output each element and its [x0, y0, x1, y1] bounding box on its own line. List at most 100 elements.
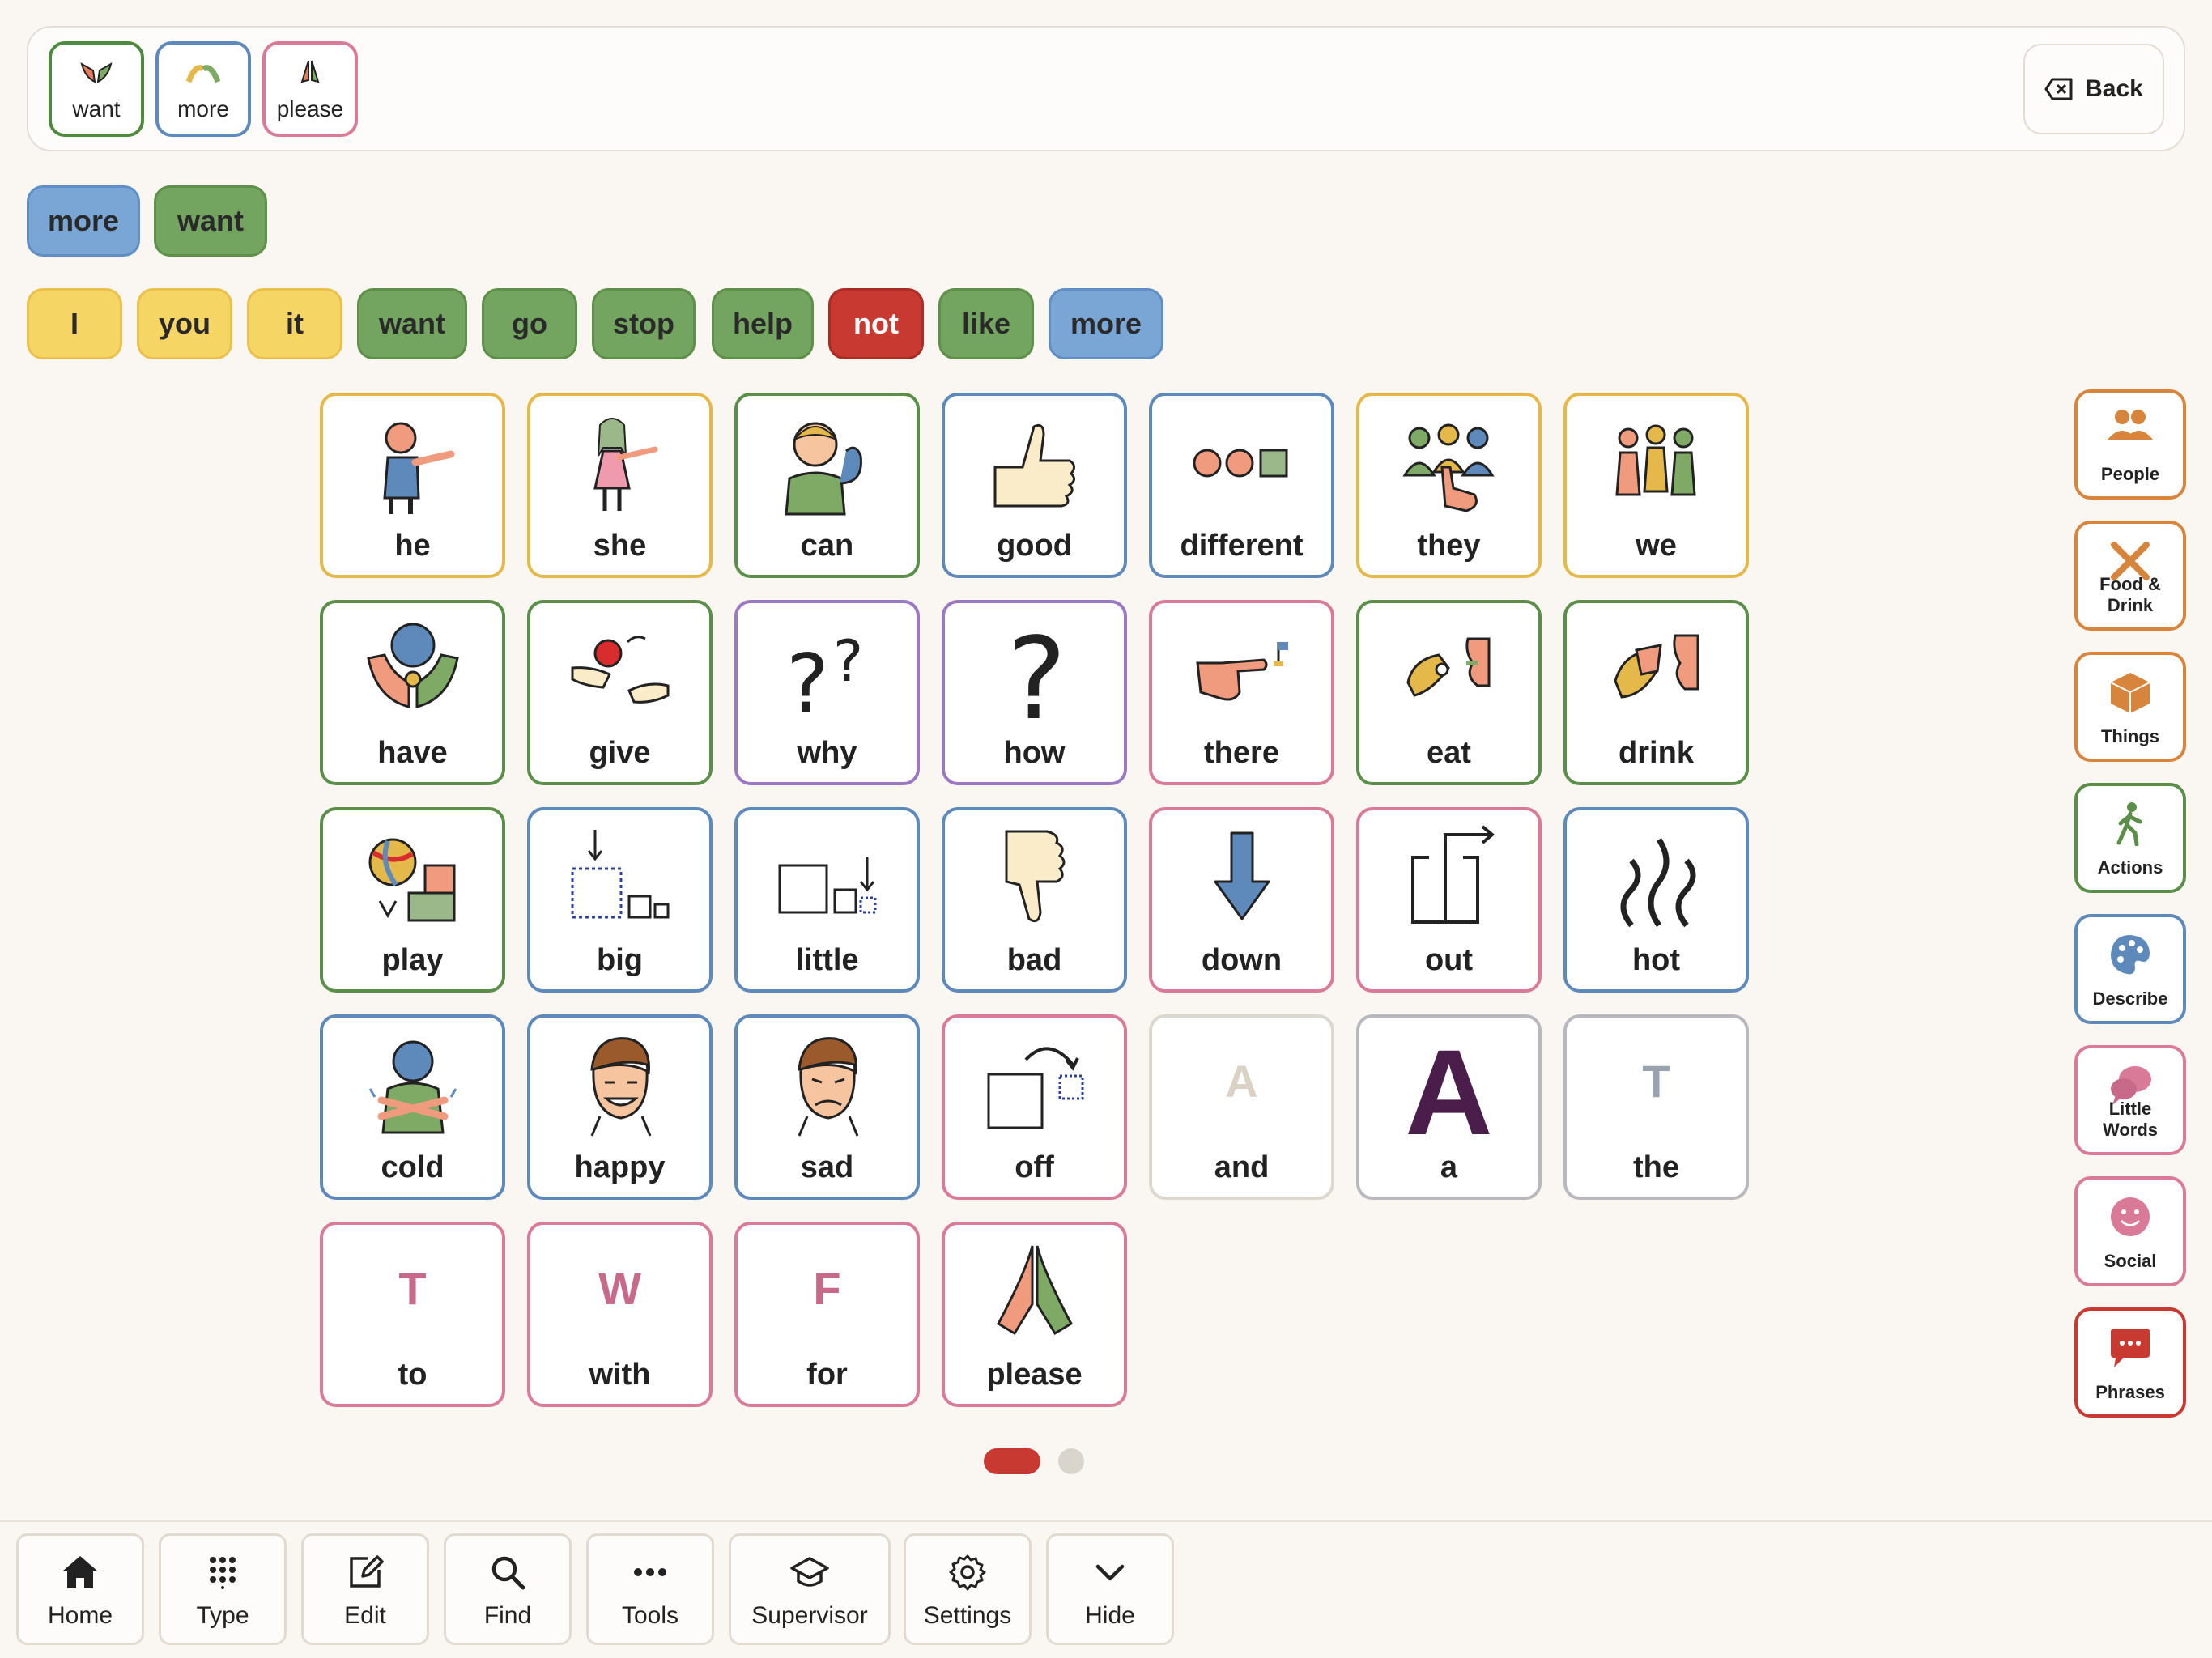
- tile-label: off: [1015, 1150, 1054, 1184]
- toolbar-home-button[interactable]: Home: [16, 1533, 144, 1645]
- quick-word-you[interactable]: you: [137, 288, 232, 359]
- word-tile-hot[interactable]: hot: [1563, 807, 1749, 993]
- word-tile-little[interactable]: little: [734, 807, 920, 993]
- category-describe[interactable]: Describe: [2074, 914, 2186, 1024]
- toolbar-supervisor-button[interactable]: Supervisor: [729, 1533, 891, 1645]
- tile-label: she: [593, 529, 647, 563]
- tile-label: drink: [1619, 736, 1694, 770]
- word-tile-please[interactable]: please: [942, 1222, 1127, 1407]
- word-tile-give[interactable]: give: [527, 600, 713, 785]
- toolbar-settings-button[interactable]: Settings: [904, 1533, 1032, 1645]
- question-marks-icon: ? ?: [767, 618, 888, 723]
- word-tile-and[interactable]: A and: [1149, 1014, 1334, 1200]
- word-tile-a[interactable]: A a: [1356, 1014, 1542, 1200]
- message-tile-label: more: [177, 96, 229, 121]
- search-icon: [491, 1556, 525, 1590]
- word-tile-off[interactable]: off: [942, 1014, 1127, 1200]
- toolbar-label: Home: [47, 1602, 113, 1629]
- category-label: Phrases: [2095, 1382, 2165, 1402]
- word-tile-different[interactable]: different: [1149, 393, 1334, 578]
- tile-label: happy: [574, 1150, 666, 1184]
- page-indicator[interactable]: [1058, 1448, 1084, 1474]
- word-tile-she[interactable]: she: [527, 393, 713, 578]
- word-tile-how[interactable]: ? how: [942, 600, 1127, 785]
- page-indicator-active[interactable]: [984, 1448, 1040, 1474]
- tile-label: hot: [1631, 943, 1681, 977]
- suggestion-want[interactable]: want: [154, 185, 267, 257]
- tile-label: sad: [800, 1150, 854, 1184]
- word-tile-to[interactable]: T to: [320, 1222, 505, 1407]
- toolbar-label: Supervisor: [751, 1602, 868, 1629]
- word-tile-drink[interactable]: drink: [1563, 600, 1749, 785]
- word-tile-they[interactable]: they: [1356, 393, 1542, 578]
- word-tile-happy[interactable]: happy: [527, 1014, 713, 1200]
- group-people-icon: [1596, 410, 1717, 516]
- chat-bubble-icon: [2111, 1329, 2150, 1367]
- message-tile-please[interactable]: please: [262, 41, 358, 137]
- quick-word-i[interactable]: I: [27, 288, 122, 359]
- group-pointing-icon: [1389, 410, 1510, 516]
- hands-holding-icon: [352, 618, 474, 723]
- word-tile-we[interactable]: we: [1563, 393, 1749, 578]
- box-icon: [2110, 673, 2150, 713]
- toolbar-type-button[interactable]: Type: [159, 1533, 287, 1645]
- quick-word-go[interactable]: go: [482, 288, 577, 359]
- category-little-words[interactable]: Little Words: [2074, 1045, 2186, 1155]
- toolbar-label: Edit: [344, 1602, 386, 1629]
- category-food-drink[interactable]: Food & Drink: [2074, 521, 2186, 631]
- cold-shivering-person-icon: [352, 1032, 474, 1137]
- word-tile-good[interactable]: good: [942, 393, 1127, 578]
- quick-word-stop[interactable]: stop: [592, 288, 696, 359]
- word-tile-down[interactable]: down: [1149, 807, 1334, 993]
- suggestion-more[interactable]: more: [27, 185, 140, 257]
- word-tile-play[interactable]: play: [320, 807, 505, 993]
- quick-word-not[interactable]: not: [828, 288, 924, 359]
- thumbs-up-icon: [974, 410, 1095, 516]
- category-things[interactable]: Things: [2074, 652, 2186, 762]
- word-tile-cold[interactable]: cold: [320, 1014, 505, 1200]
- message-bar[interactable]: want more please Back: [27, 26, 2185, 151]
- word-tile-why[interactable]: ? ? why: [734, 600, 920, 785]
- word-tile-sad[interactable]: sad: [734, 1014, 920, 1200]
- quick-word-it[interactable]: it: [247, 288, 342, 359]
- gear-icon: [949, 1554, 986, 1591]
- message-tile-more[interactable]: more: [155, 41, 251, 137]
- toolbar-hide-button[interactable]: Hide: [1046, 1533, 1174, 1645]
- category-actions[interactable]: Actions: [2074, 783, 2186, 893]
- quick-word-like[interactable]: like: [938, 288, 1034, 359]
- toolbar-edit-button[interactable]: Edit: [301, 1533, 429, 1645]
- word-tile-bad[interactable]: bad: [942, 807, 1127, 993]
- back-button[interactable]: Back: [2023, 44, 2164, 134]
- letter-glyph: W: [598, 1263, 641, 1314]
- smiley-face-icon: [2111, 1197, 2150, 1236]
- tile-label: why: [797, 736, 857, 770]
- quick-word-want[interactable]: want: [357, 288, 467, 359]
- word-tile-have[interactable]: have: [320, 600, 505, 785]
- tile-label: a: [1440, 1150, 1458, 1184]
- quick-word-help[interactable]: help: [712, 288, 814, 359]
- walking-person-icon: [2116, 802, 2142, 846]
- word-tile-big[interactable]: big: [527, 807, 713, 993]
- happy-face-icon: [559, 1032, 681, 1137]
- pointing-hand-flag-icon: [1181, 618, 1303, 723]
- word-tile-for[interactable]: F for: [734, 1222, 920, 1407]
- message-tile-want[interactable]: want: [49, 41, 144, 137]
- toolbar-tools-button[interactable]: Tools: [586, 1533, 714, 1645]
- word-tile-he[interactable]: he: [320, 393, 505, 578]
- category-social[interactable]: Social: [2074, 1176, 2186, 1286]
- word-tile-with[interactable]: W with: [527, 1222, 713, 1407]
- toolbar-find-button[interactable]: Find: [444, 1533, 572, 1645]
- category-phrases[interactable]: Phrases: [2074, 1307, 2186, 1418]
- word-tile-can[interactable]: can: [734, 393, 920, 578]
- want-symbol-icon: [80, 62, 113, 83]
- tile-label: have: [377, 736, 448, 770]
- word-tile-out[interactable]: out: [1356, 807, 1542, 993]
- word-tile-eat[interactable]: eat: [1356, 600, 1542, 785]
- category-people[interactable]: People: [2074, 389, 2186, 500]
- tile-label: different: [1180, 529, 1304, 563]
- people-icon: [2108, 410, 2153, 440]
- word-tile-there[interactable]: there: [1149, 600, 1334, 785]
- word-tile-the[interactable]: T the: [1563, 1014, 1749, 1200]
- tile-label: eat: [1427, 736, 1471, 770]
- quick-word-more[interactable]: more: [1049, 288, 1163, 359]
